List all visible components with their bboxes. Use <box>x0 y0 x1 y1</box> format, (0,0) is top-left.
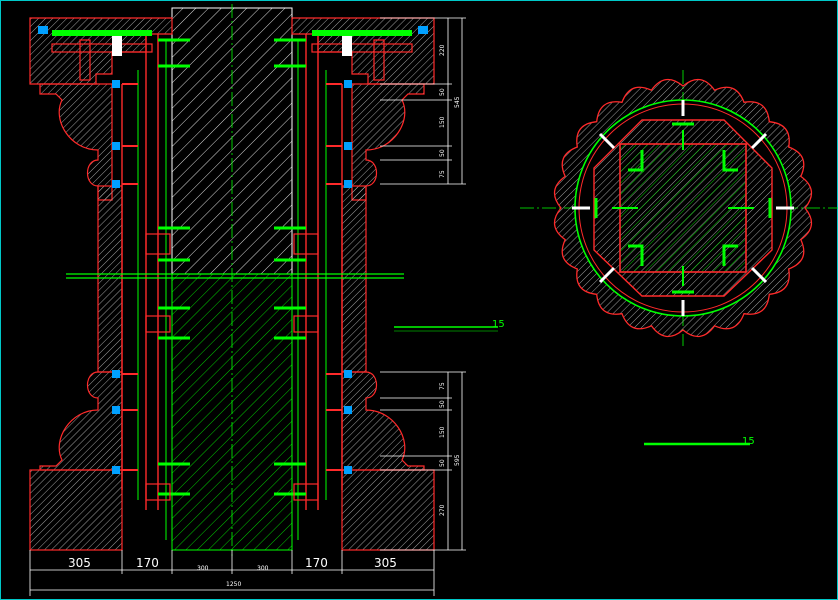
dim-left-outer: 305 <box>68 556 91 570</box>
profile-right-lower <box>341 371 425 471</box>
dim-total: 1250 <box>226 581 241 588</box>
shaft-left <box>97 185 123 373</box>
rdim-bot-3: 50 <box>439 459 446 467</box>
rdim-top-0: 220 <box>439 44 446 56</box>
column-plan <box>520 70 838 346</box>
scale-bar-elevation: 15 <box>394 319 505 332</box>
dim-left-inner: 170 <box>136 556 159 570</box>
dim-right-inner: 170 <box>305 556 328 570</box>
column-elevation: 305 170 300 300 170 305 1250 220 50 150 … <box>29 4 466 596</box>
core-square <box>619 143 747 273</box>
capital-left <box>29 17 173 85</box>
profile-left-upper <box>39 83 113 201</box>
rdim-bot-1: 50 <box>439 400 446 408</box>
plinth-right <box>341 469 435 551</box>
capital-right <box>291 17 435 85</box>
rdim-top-3: 50 <box>439 149 446 157</box>
scale-bar-plan: 15 <box>644 436 755 447</box>
cad-drawing: 305 170 300 300 170 305 1250 220 50 150 … <box>29 4 838 596</box>
dim-core-left: 300 <box>197 565 209 572</box>
scale-label-elevation: 15 <box>492 319 505 330</box>
plinth-left <box>29 469 123 551</box>
rdim-bot-0: 75 <box>439 382 446 390</box>
rdim-bot-4: 270 <box>439 504 446 516</box>
dim-core-right: 300 <box>257 565 269 572</box>
rdim-bot-2: 150 <box>439 426 446 438</box>
rdim-total-top: 545 <box>454 96 461 108</box>
dim-right-outer: 305 <box>374 556 397 570</box>
scale-label-plan: 15 <box>742 436 755 447</box>
rdim-top-4: 75 <box>439 170 446 178</box>
shaft-right <box>341 185 367 373</box>
right-dimension-labels: 220 50 150 50 75 545 75 50 150 50 270 59… <box>439 44 461 516</box>
rdim-total-bottom: 595 <box>454 454 461 466</box>
rdim-top-1: 50 <box>439 88 446 96</box>
profile-left-lower <box>39 371 123 471</box>
rdim-top-2: 150 <box>439 116 446 128</box>
profile-right-upper <box>351 83 425 201</box>
